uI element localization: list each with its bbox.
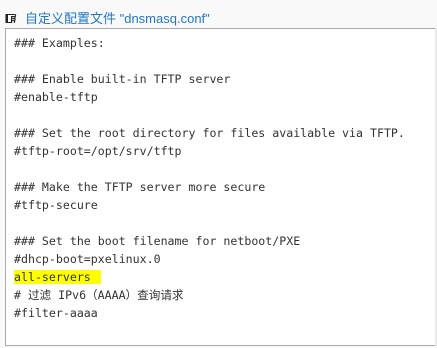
- config-line: ### Examples:: [14, 34, 435, 52]
- pointing-hand-icon: [5, 9, 24, 25]
- config-line-text: # 过滤 IPv6（AAAA）查询请求: [14, 288, 184, 302]
- config-line: [14, 106, 435, 124]
- config-line: ### Set the root directory for files ava…: [14, 124, 435, 142]
- config-header: 自定义配置文件 "dnsmasq.conf": [5, 8, 210, 26]
- config-line: ### Set the boot filename for netboot/PX…: [14, 232, 435, 250]
- config-file-title: 自定义配置文件 "dnsmasq.conf": [25, 10, 210, 26]
- config-line: all-servers: [14, 268, 435, 286]
- config-line: [14, 160, 435, 178]
- config-line: #enable-tftp: [14, 88, 435, 106]
- config-line-text: #tftp-secure: [14, 198, 98, 212]
- config-line: ### Enable built-in TFTP server: [14, 70, 435, 88]
- config-line: #filter-aaaa: [14, 304, 435, 322]
- config-line: [14, 214, 435, 232]
- config-textarea[interactable]: ### Examples: ### Enable built-in TFTP se…: [5, 28, 435, 346]
- config-line: #tftp-secure: [14, 196, 435, 214]
- config-line-text: ### Set the root directory for files ava…: [14, 126, 405, 140]
- highlighted-config-text: all-servers: [14, 270, 101, 284]
- config-line: #dhcp-boot=pxelinux.0: [14, 250, 435, 268]
- config-line: [14, 52, 435, 70]
- config-line-text: #tftp-root=/opt/srv/tftp: [14, 144, 182, 158]
- config-line-text: ### Make the TFTP server more secure: [14, 180, 266, 194]
- config-line: ### Make the TFTP server more secure: [14, 178, 435, 196]
- config-line: #tftp-root=/opt/srv/tftp: [14, 142, 435, 160]
- config-line-text: ### Examples:: [14, 36, 105, 50]
- config-line: # 过滤 IPv6（AAAA）查询请求: [14, 286, 435, 304]
- page: 自定义配置文件 "dnsmasq.conf" ### Examples: ### …: [0, 0, 437, 348]
- config-line-text: ### Enable built-in TFTP server: [14, 72, 231, 86]
- config-line-text: #dhcp-boot=pxelinux.0: [14, 252, 161, 266]
- config-line-text: #filter-aaaa: [14, 306, 98, 320]
- config-line-text: #enable-tftp: [14, 90, 98, 104]
- config-lines: ### Examples: ### Enable built-in TFTP se…: [14, 34, 435, 322]
- config-line-text: ### Set the boot filename for netboot/PX…: [14, 234, 301, 248]
